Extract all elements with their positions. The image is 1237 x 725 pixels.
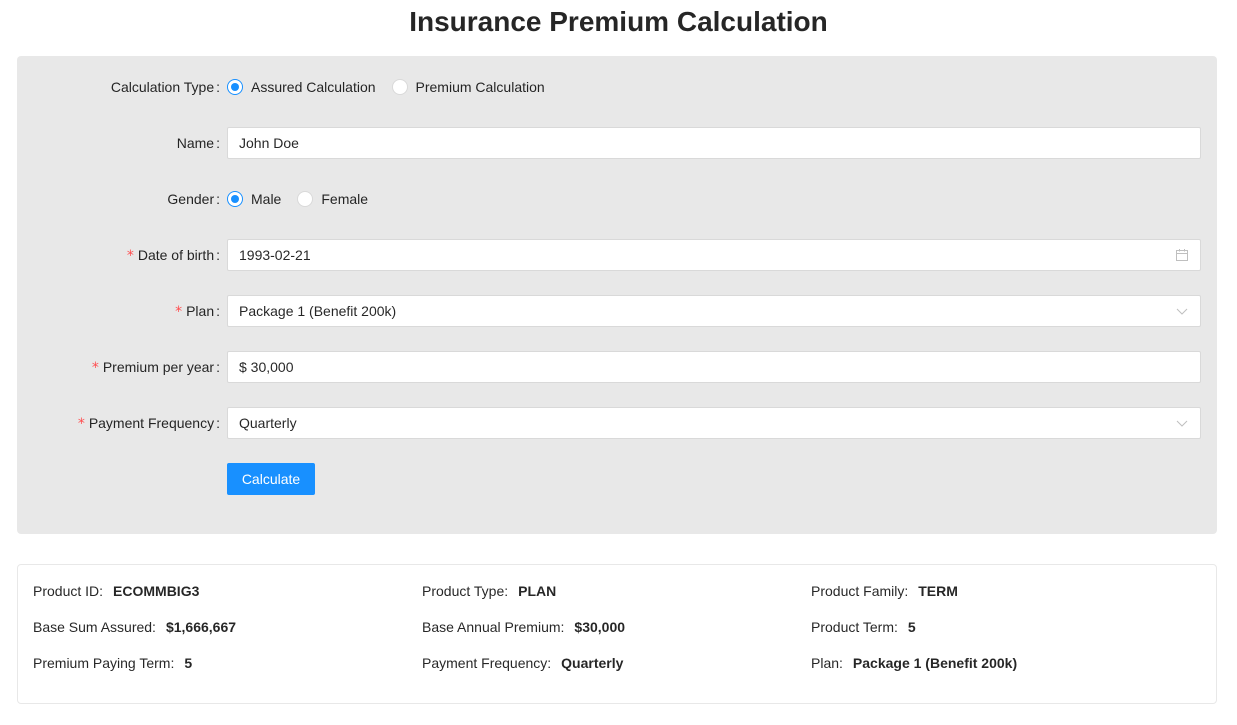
calculation-form: Calculation Type: Assured Calculation Pr… bbox=[17, 56, 1217, 534]
summary-key: Premium Paying Term: bbox=[33, 655, 175, 671]
summary-key: Base Annual Premium: bbox=[422, 619, 565, 635]
summary-premium-paying-term: Premium Paying Term: 5 bbox=[33, 653, 192, 673]
radio-female[interactable]: Female bbox=[297, 191, 368, 207]
name-field[interactable] bbox=[239, 135, 1189, 151]
summary-value: Quarterly bbox=[561, 655, 624, 671]
page-title: Insurance Premium Calculation bbox=[409, 6, 828, 37]
dob-row: * Date of birth: bbox=[17, 239, 1217, 271]
name-row: Name: bbox=[17, 127, 1217, 159]
summary-value: 5 bbox=[907, 619, 916, 635]
calendar-icon[interactable] bbox=[1175, 248, 1189, 262]
name-control bbox=[227, 127, 1201, 159]
summary-base-annual-premium: Base Annual Premium: $30,000 bbox=[422, 617, 625, 637]
date-picker[interactable] bbox=[227, 239, 1201, 271]
summary-value: 5 bbox=[184, 655, 193, 671]
plan-row: * Plan: Package 1 (Benefit 200k) bbox=[17, 295, 1217, 327]
summary-value: PLAN bbox=[518, 583, 557, 599]
summary-product-id: Product ID: ECOMMBIG3 bbox=[33, 581, 199, 601]
summary-product-term: Product Term: 5 bbox=[811, 617, 916, 637]
required-mark: * bbox=[175, 304, 183, 320]
chevron-down-icon[interactable] bbox=[1175, 416, 1189, 430]
payment-frequency-row: * Payment Frequency: Quarterly bbox=[17, 407, 1217, 439]
summary-product-family: Product Family: TERM bbox=[811, 581, 958, 601]
payment-frequency-selected-value: Quarterly bbox=[239, 415, 297, 431]
summary-value: $1,666,667 bbox=[165, 619, 237, 635]
gender-radio-group: Male Female bbox=[227, 183, 1201, 215]
payment-frequency-select[interactable]: Quarterly bbox=[227, 407, 1201, 439]
radio-label: Female bbox=[321, 191, 369, 207]
radio-unchecked-icon[interactable] bbox=[297, 191, 314, 207]
premium-label: * Premium per year: bbox=[91, 359, 220, 376]
calculation-type-label: Calculation Type: bbox=[110, 79, 220, 95]
summary-key: Base Sum Assured: bbox=[33, 619, 156, 635]
summary-key: Payment Frequency: bbox=[422, 655, 552, 671]
radio-checked-icon[interactable] bbox=[227, 79, 243, 95]
radio-unchecked-icon[interactable] bbox=[391, 79, 408, 95]
radio-label: Assured Calculation bbox=[251, 79, 376, 95]
summary-plan: Plan: Package 1 (Benefit 200k) bbox=[811, 653, 1017, 673]
radio-male[interactable]: Male bbox=[227, 191, 281, 207]
premium-row: * Premium per year: bbox=[17, 351, 1217, 383]
gender-row: Gender: Male Female bbox=[17, 183, 1217, 215]
chevron-down-icon[interactable] bbox=[1175, 304, 1189, 318]
radio-label: Premium Calculation bbox=[415, 79, 545, 95]
plan-selected-value: Package 1 (Benefit 200k) bbox=[239, 303, 397, 319]
payment-frequency-label: * Payment Frequency: bbox=[77, 415, 220, 432]
required-mark: * bbox=[126, 248, 134, 264]
summary-key: Product Family: bbox=[811, 583, 909, 599]
calculation-type-radio-group: Assured Calculation Premium Calculation bbox=[227, 71, 1201, 103]
summary-key: Product Type: bbox=[422, 583, 509, 599]
required-mark: * bbox=[77, 416, 85, 432]
name-field-wrapper bbox=[227, 127, 1201, 159]
premium-control bbox=[227, 351, 1201, 383]
summary-value: ECOMMBIG3 bbox=[113, 583, 200, 599]
summary-product-type: Product Type: PLAN bbox=[422, 581, 556, 601]
plan-label: * Plan: bbox=[175, 303, 220, 320]
summary-base-sum-assured: Base Sum Assured: $1,666,667 bbox=[33, 617, 236, 637]
premium-field[interactable] bbox=[239, 359, 1189, 375]
gender-label: Gender: bbox=[167, 191, 220, 207]
dob-control bbox=[227, 239, 1201, 271]
name-label: Name: bbox=[176, 135, 220, 151]
radio-premium-calculation[interactable]: Premium Calculation bbox=[391, 79, 545, 95]
radio-assured-calculation[interactable]: Assured Calculation bbox=[227, 79, 376, 95]
dob-field[interactable] bbox=[239, 247, 1175, 263]
radio-label: Male bbox=[251, 191, 282, 207]
plan-select[interactable]: Package 1 (Benefit 200k) bbox=[227, 295, 1201, 327]
summary-payment-frequency: Payment Frequency: Quarterly bbox=[422, 653, 623, 673]
calculate-button[interactable]: Calculate bbox=[227, 463, 315, 495]
summary-value: Package 1 (Benefit 200k) bbox=[852, 655, 1018, 671]
plan-control: Package 1 (Benefit 200k) bbox=[227, 295, 1201, 327]
calculation-type-row: Calculation Type: Assured Calculation Pr… bbox=[17, 71, 1217, 103]
summary-key: Plan: bbox=[811, 655, 843, 671]
required-mark: * bbox=[91, 360, 99, 376]
summary-value: $30,000 bbox=[574, 619, 626, 635]
premium-field-wrapper bbox=[227, 351, 1201, 383]
payment-frequency-control: Quarterly bbox=[227, 407, 1201, 439]
summary-key: Product Term: bbox=[811, 619, 898, 635]
radio-checked-icon[interactable] bbox=[227, 191, 243, 207]
dob-label: * Date of birth: bbox=[126, 247, 220, 264]
summary-key: Product ID: bbox=[33, 583, 104, 599]
result-summary-card: Product ID: ECOMMBIG3 Product Type: PLAN P… bbox=[17, 564, 1217, 704]
summary-value: TERM bbox=[918, 583, 958, 599]
